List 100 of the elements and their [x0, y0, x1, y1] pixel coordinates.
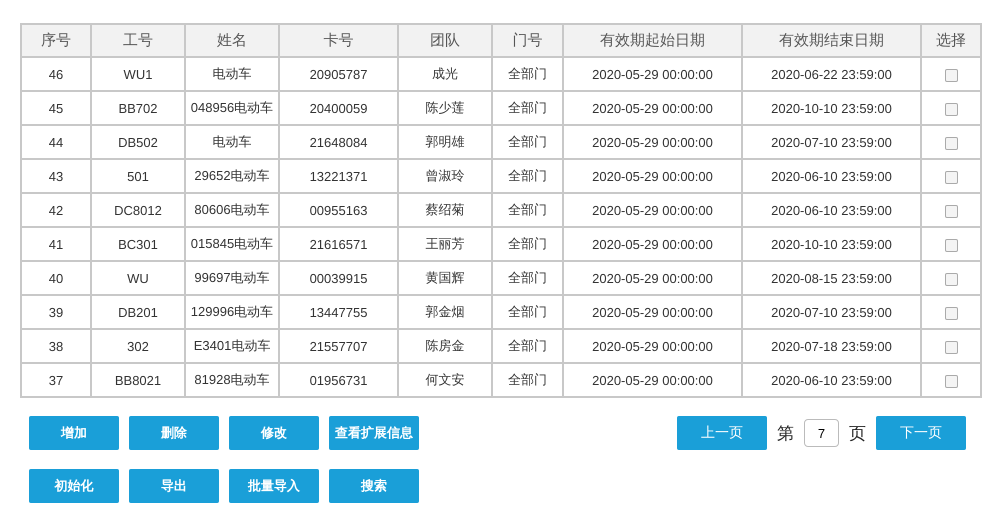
table-cell: BB8021 — [91, 363, 185, 397]
column-header: 选择 — [921, 24, 981, 57]
table-cell: 46 — [21, 57, 91, 91]
row-checkbox[interactable] — [944, 170, 958, 184]
table-cell: 电动车 — [185, 125, 279, 159]
table-cell: 21616571 — [279, 227, 398, 261]
table-cell: 2020-06-22 23:59:00 — [742, 57, 921, 91]
row-checkbox[interactable] — [944, 68, 958, 82]
table-cell: 全部门 — [492, 91, 563, 125]
table-cell: 2020-05-29 00:00:00 — [563, 261, 742, 295]
table-cell: 2020-05-29 00:00:00 — [563, 159, 742, 193]
action-button[interactable]: 增加 — [29, 416, 119, 450]
table-cell: 43 — [21, 159, 91, 193]
table-cell: 501 — [91, 159, 185, 193]
table-cell: DB502 — [91, 125, 185, 159]
table-cell: 80606电动车 — [185, 193, 279, 227]
table-cell: 21557707 — [279, 329, 398, 363]
table-cell: 2020-05-29 00:00:00 — [563, 227, 742, 261]
column-header: 团队 — [398, 24, 492, 57]
row-checkbox[interactable] — [944, 102, 958, 116]
table-cell: 2020-05-29 00:00:00 — [563, 363, 742, 397]
action-button[interactable]: 批量导入 — [229, 469, 319, 503]
table-cell: 42 — [21, 193, 91, 227]
action-button[interactable]: 搜索 — [329, 469, 419, 503]
table-cell: 2020-05-29 00:00:00 — [563, 57, 742, 91]
table-cell: 2020-08-15 23:59:00 — [742, 261, 921, 295]
table-cell: E3401电动车 — [185, 329, 279, 363]
action-button[interactable]: 删除 — [129, 416, 219, 450]
column-header: 姓名 — [185, 24, 279, 57]
column-header: 有效期结束日期 — [742, 24, 921, 57]
next-page-button[interactable]: 下一页 — [876, 416, 966, 450]
action-button[interactable]: 导出 — [129, 469, 219, 503]
row-checkbox[interactable] — [944, 238, 958, 252]
table-cell: 2020-05-29 00:00:00 — [563, 125, 742, 159]
action-button[interactable]: 初始化 — [29, 469, 119, 503]
table-cell: 电动车 — [185, 57, 279, 91]
table-cell: 郭金烟 — [398, 295, 492, 329]
table-cell: 2020-10-10 23:59:00 — [742, 91, 921, 125]
column-header: 工号 — [91, 24, 185, 57]
row-checkbox[interactable] — [944, 374, 958, 388]
table-cell: 全部门 — [492, 295, 563, 329]
row-checkbox[interactable] — [944, 136, 958, 150]
column-header: 卡号 — [279, 24, 398, 57]
page-suffix: 页 — [849, 422, 866, 444]
table-cell: 2020-06-10 23:59:00 — [742, 193, 921, 227]
table-cell: 00955163 — [279, 193, 398, 227]
table-cell: DC8012 — [91, 193, 185, 227]
table-cell: 全部门 — [492, 159, 563, 193]
row-checkbox[interactable] — [944, 340, 958, 354]
column-header: 有效期起始日期 — [563, 24, 742, 57]
table-cell: 全部门 — [492, 57, 563, 91]
table-cell: 2020-05-29 00:00:00 — [563, 329, 742, 363]
table-cell: 00039915 — [279, 261, 398, 295]
table-cell: 2020-05-29 00:00:00 — [563, 193, 742, 227]
table-cell: 99697电动车 — [185, 261, 279, 295]
table-cell: 01956731 — [279, 363, 398, 397]
page-input[interactable]: 7 — [804, 419, 839, 447]
table-cell: 38 — [21, 329, 91, 363]
table-cell: DB201 — [91, 295, 185, 329]
table-cell: 20905787 — [279, 57, 398, 91]
table-cell: 2020-07-10 23:59:00 — [742, 295, 921, 329]
table-cell: 015845电动车 — [185, 227, 279, 261]
table-cell: 2020-10-10 23:59:00 — [742, 227, 921, 261]
table-cell: 全部门 — [492, 193, 563, 227]
table-cell: 13447755 — [279, 295, 398, 329]
table-cell: 成光 — [398, 57, 492, 91]
table-cell: 29652电动车 — [185, 159, 279, 193]
table-cell: 302 — [91, 329, 185, 363]
table-cell: WU — [91, 261, 185, 295]
table-cell: 21648084 — [279, 125, 398, 159]
table-cell: 048956电动车 — [185, 91, 279, 125]
table-cell: WU1 — [91, 57, 185, 91]
column-header: 序号 — [21, 24, 91, 57]
table-cell: 全部门 — [492, 125, 563, 159]
table-cell: 陈房金 — [398, 329, 492, 363]
table-cell: 2020-05-29 00:00:00 — [563, 91, 742, 125]
table-cell: 黄国辉 — [398, 261, 492, 295]
table-cell: BB702 — [91, 91, 185, 125]
table-cell: 44 — [21, 125, 91, 159]
table-cell: 2020-06-10 23:59:00 — [742, 363, 921, 397]
row-checkbox[interactable] — [944, 204, 958, 218]
table-cell: 全部门 — [492, 261, 563, 295]
table-cell: 2020-07-10 23:59:00 — [742, 125, 921, 159]
table-cell: 81928电动车 — [185, 363, 279, 397]
row-checkbox[interactable] — [944, 306, 958, 320]
table-cell: 2020-06-10 23:59:00 — [742, 159, 921, 193]
column-header: 门号 — [492, 24, 563, 57]
table-cell: 蔡绍菊 — [398, 193, 492, 227]
table-cell: 45 — [21, 91, 91, 125]
table-cell: 全部门 — [492, 363, 563, 397]
table-cell: 陈少莲 — [398, 91, 492, 125]
table-cell: 39 — [21, 295, 91, 329]
action-button[interactable]: 修改 — [229, 416, 319, 450]
table-cell: 13221371 — [279, 159, 398, 193]
table-cell: 40 — [21, 261, 91, 295]
table-cell: 129996电动车 — [185, 295, 279, 329]
previous-page-button[interactable]: 上一页 — [677, 416, 767, 450]
row-checkbox[interactable] — [944, 272, 958, 286]
table-cell: 何文安 — [398, 363, 492, 397]
action-button[interactable]: 查看扩展信息 — [329, 416, 419, 450]
